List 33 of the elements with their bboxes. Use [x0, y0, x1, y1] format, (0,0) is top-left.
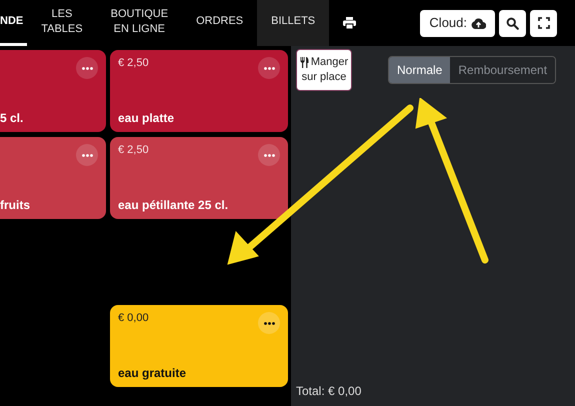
mode-toggle[interactable]: Normale — [389, 57, 450, 83]
product-name: eau platte — [118, 110, 176, 127]
more-icon — [264, 154, 274, 156]
product-price: € 0,00 — [118, 311, 149, 326]
fullscreen-icon — [538, 17, 550, 29]
search-icon — [506, 16, 519, 30]
product-name: fruits — [0, 197, 31, 214]
more-button[interactable] — [76, 57, 98, 79]
product-tile[interactable]: 5 cl. — [0, 50, 106, 132]
product-tile[interactable]: fruits — [0, 137, 106, 219]
product-price: € 2,50 — [118, 56, 149, 71]
product-name: eau pétillante 25 cl. — [118, 197, 230, 214]
product-tile[interactable]: € 2,50 eau platte — [110, 50, 288, 132]
fullscreen-button[interactable] — [530, 10, 557, 36]
more-button[interactable] — [258, 312, 280, 334]
nav-tab[interactable]: BILLETS — [257, 0, 330, 46]
order-total: Total: € 0,00 — [296, 383, 362, 400]
cloud-button[interactable]: Cloud: — [420, 10, 495, 36]
cutlery-icon — [300, 57, 309, 68]
product-name: eau gratuite — [118, 365, 188, 382]
more-icon — [264, 322, 274, 324]
search-button[interactable] — [499, 10, 526, 36]
printer-icon — [343, 17, 356, 29]
product-tile[interactable]: € 0,00 eau gratuite — [110, 305, 288, 387]
product-price: € 2,50 — [118, 143, 149, 158]
dine-in-button[interactable]: Manger sur place — [296, 49, 352, 91]
more-icon — [264, 66, 274, 70]
product-tile[interactable]: € 2,50 eau pétillante 25 cl. — [110, 137, 288, 219]
more-icon — [82, 154, 92, 156]
more-icon — [82, 66, 92, 70]
cloud-upload-icon — [471, 18, 486, 28]
more-button[interactable] — [258, 57, 280, 79]
product-name: 5 cl. — [0, 110, 24, 127]
